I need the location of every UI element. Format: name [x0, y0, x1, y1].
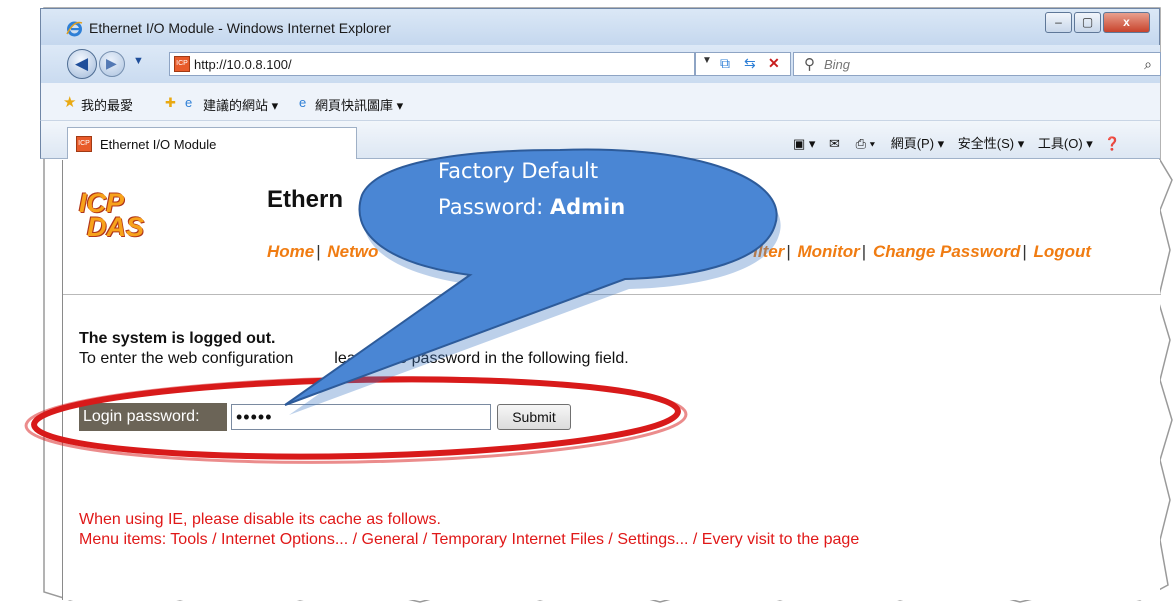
- forward-button[interactable]: ▶: [99, 51, 125, 77]
- header-divider: [63, 294, 1161, 295]
- tab-favicon-icon: ICP: [76, 136, 92, 152]
- submit-button[interactable]: Submit: [497, 404, 571, 430]
- address-field[interactable]: ICP http://10.0.8.100/: [169, 52, 695, 76]
- callout-text: Factory Default Password: Admin: [438, 153, 625, 225]
- help-icon[interactable]: ❓: [1104, 136, 1120, 151]
- recent-pages-chevron-icon[interactable]: ▼: [133, 55, 144, 67]
- callout-password-value: Admin: [549, 195, 626, 219]
- favorites-star-icon: ★: [63, 94, 77, 111]
- nav-filter[interactable]: ilter: [753, 242, 784, 261]
- nav-home[interactable]: Home: [267, 242, 314, 261]
- favorites-bar: ★ 我的最愛 ✚ e 建議的網站 ▾ e 網頁快訊圖庫 ▾: [40, 83, 1160, 121]
- instructions: To enter the web configuration lease typ…: [79, 350, 629, 368]
- suggested-sites-icon: e: [185, 95, 193, 110]
- nav-monitor[interactable]: Monitor: [797, 242, 859, 261]
- close-button[interactable]: x: [1103, 12, 1150, 33]
- favorites-button[interactable]: 我的最愛: [81, 95, 133, 114]
- address-dropdown-icon[interactable]: ▼: [702, 55, 712, 66]
- nav-logout[interactable]: Logout: [1033, 242, 1091, 261]
- compatibility-view-icon[interactable]: ⧉: [720, 55, 730, 72]
- callout-line-1: Factory Default: [438, 159, 599, 183]
- window-title: Ethernet I/O Module - Windows Internet E…: [89, 20, 391, 36]
- instructions-part-1: To enter the web configuration: [79, 350, 294, 367]
- main-nav: Home | Netwo ilter | Monitor | Change Passw…: [267, 242, 1092, 261]
- print-icon[interactable]: ⎙ ▾: [856, 136, 875, 151]
- search-placeholder: Bing: [824, 57, 851, 72]
- logo-line-2: DAS: [87, 212, 145, 242]
- forward-arrow-icon: ▶: [106, 55, 117, 71]
- page-heading: Ethern: [267, 186, 344, 213]
- back-button[interactable]: ◀: [67, 49, 97, 79]
- web-slice-icon: e: [299, 95, 307, 110]
- suggested-sites-link[interactable]: 建議的網站 ▾: [203, 95, 278, 114]
- tab-ethernet-io-module[interactable]: ICP Ethernet I/O Module: [67, 127, 357, 159]
- read-mail-icon[interactable]: ✉: [829, 136, 840, 151]
- web-slice-gallery-link[interactable]: 網頁快訊圖庫 ▾: [315, 95, 403, 114]
- address-url[interactable]: http://10.0.8.100/: [194, 57, 292, 72]
- nav-network[interactable]: Netwo: [327, 242, 378, 261]
- callout-password-prefix: Password:: [438, 195, 550, 219]
- web-page-content: ICP DAS Ethern Home | Netwo ilter | Monito…: [62, 160, 1161, 600]
- add-favorite-icon[interactable]: ✚: [165, 95, 176, 111]
- address-toolbar: ◀ ▶ ▼ ICP http://10.0.8.100/ ▼ ⧉ ⇆ ✕ ⚲ B…: [40, 45, 1161, 83]
- search-go-icon[interactable]: ⌕: [1144, 56, 1152, 73]
- site-favicon-icon: ICP: [174, 56, 190, 72]
- minimize-button[interactable]: –: [1045, 12, 1072, 33]
- nav-change-password[interactable]: Change Password: [873, 242, 1020, 261]
- tab-title: Ethernet I/O Module: [100, 137, 217, 152]
- stop-icon[interactable]: ✕: [768, 55, 780, 72]
- cache-warning-line-1: When using IE, please disable its cache …: [79, 511, 441, 528]
- login-password-input[interactable]: •••••: [231, 404, 491, 430]
- login-password-label: Login password:: [79, 403, 227, 431]
- search-field[interactable]: ⚲ Bing ⌕: [793, 52, 1161, 76]
- icpdas-logo: ICP DAS: [79, 188, 145, 244]
- address-tools: ▼ ⧉ ⇆ ✕: [695, 52, 791, 76]
- safety-menu[interactable]: 安全性(S) ▾: [958, 136, 1024, 151]
- instructions-part-2: lease type password in the following fie…: [334, 350, 629, 367]
- refresh-icon[interactable]: ⇆: [744, 55, 756, 72]
- cache-warning-line-2: Menu items: Tools / Internet Options... …: [79, 531, 860, 548]
- maximize-button[interactable]: ▢: [1074, 12, 1101, 33]
- tools-menu[interactable]: 工具(O) ▾: [1038, 136, 1093, 151]
- window-title-bar: Ethernet I/O Module - Windows Internet E…: [40, 8, 1160, 46]
- page-menu[interactable]: 網頁(P) ▾: [891, 136, 944, 151]
- command-bar: ▣ ▾ ✉ ⎙ ▾ 網頁(P) ▾ 安全性(S) ▾ 工具(O) ▾ ❓: [793, 133, 1121, 152]
- search-magnifier-icon: ⚲: [804, 56, 815, 73]
- feeds-icon[interactable]: ▣ ▾: [793, 136, 815, 151]
- internet-explorer-icon: [66, 21, 83, 37]
- callout-line-2: Password: Admin: [438, 189, 625, 225]
- logged-out-message: The system is logged out.: [79, 330, 276, 347]
- back-arrow-icon: ◀: [75, 54, 89, 73]
